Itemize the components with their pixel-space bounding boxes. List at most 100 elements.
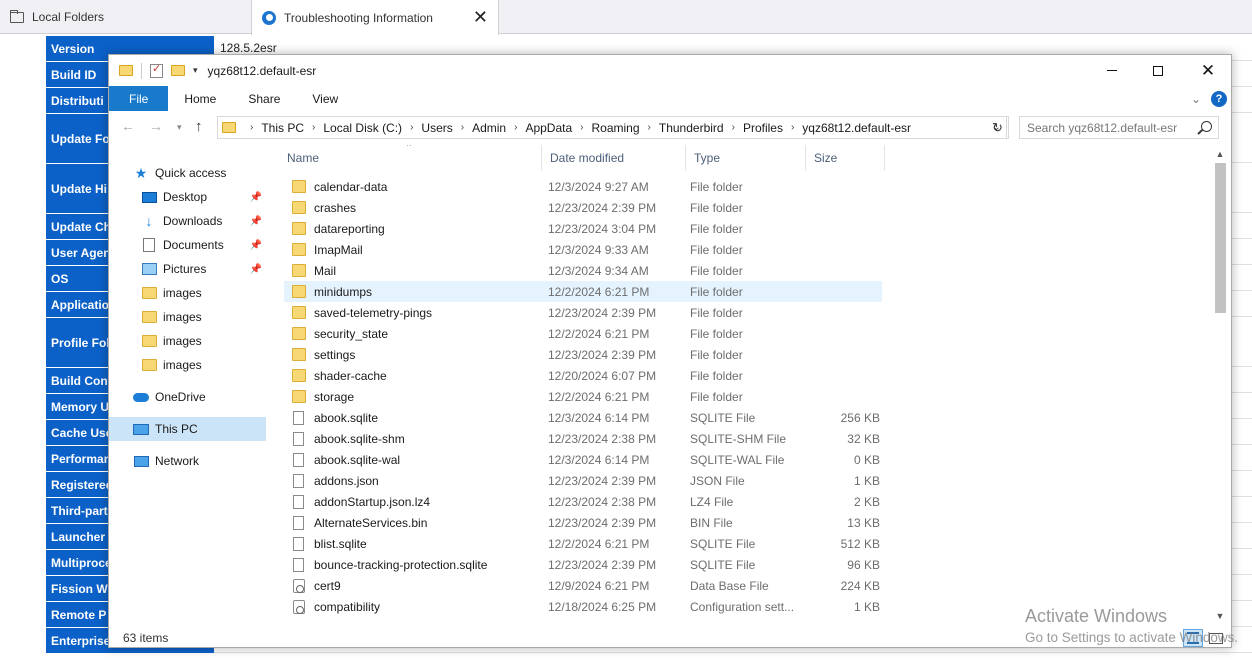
folder-row[interactable]: Mail 12/3/2024 9:34 AM File folder (284, 260, 882, 281)
folder-row[interactable]: storage 12/2/2024 6:21 PM File folder (284, 386, 882, 407)
file-name: Mail (314, 263, 337, 278)
folder-row[interactable]: ImapMail 12/3/2024 9:33 AM File folder (284, 239, 882, 260)
file-name: calendar-data (314, 179, 388, 194)
file-name-cell: minidumps (284, 285, 542, 299)
expand-ribbon-icon[interactable]: ⌄ (1191, 92, 1201, 106)
breadcrumb-item[interactable]: › Roaming (572, 121, 639, 135)
breadcrumb-chevron-icon[interactable]: › (312, 122, 315, 133)
recent-locations-icon[interactable]: ▾ (177, 122, 182, 133)
nav-pictures[interactable]: Pictures 📌 (109, 257, 266, 281)
ribbon-tab-share[interactable]: Share (232, 86, 296, 111)
breadcrumb-item[interactable]: › Local Disk (C:) (304, 121, 402, 135)
folder-row[interactable]: security_state 12/2/2024 6:21 PM File fold… (284, 323, 882, 344)
column-header-date[interactable]: Date modified (542, 145, 686, 171)
folder-icon (292, 243, 306, 256)
up-arrow-icon[interactable]: ↑ (195, 118, 203, 135)
nav-this-pc[interactable]: This PC (109, 417, 266, 441)
new-folder-icon[interactable] (171, 65, 185, 76)
file-type: LZ4 File (690, 494, 734, 509)
ribbon-tab-file[interactable]: File (109, 86, 169, 111)
file-icon (293, 515, 304, 530)
breadcrumb-item[interactable]: › This PC (242, 121, 304, 135)
breadcrumb-chevron-icon[interactable]: › (514, 122, 517, 133)
folder-row[interactable]: crashes 12/23/2024 2:39 PM File folder (284, 197, 882, 218)
file-row[interactable]: addonStartup.json.lz4 12/23/2024 2:38 PM L… (284, 491, 882, 512)
ribbon-tab-home[interactable]: Home (168, 86, 232, 111)
breadcrumb-item[interactable]: › Users (402, 121, 453, 135)
file-row[interactable]: abook.sqlite-shm 12/23/2024 2:38 PM SQLITE… (284, 428, 882, 449)
nav-images[interactable]: images (109, 353, 266, 377)
breadcrumb-chevron-icon[interactable]: › (410, 122, 413, 133)
breadcrumb-chevron-icon[interactable]: › (580, 122, 583, 133)
folder-row[interactable]: minidumps 12/2/2024 6:21 PM File folder (284, 281, 882, 302)
customize-toolbar-icon[interactable]: ▾ (193, 65, 198, 76)
close-tab-icon[interactable]: ✕ (473, 7, 488, 28)
breadcrumb-chevron-icon[interactable]: › (461, 122, 464, 133)
back-arrow-icon[interactable]: ← (121, 118, 135, 134)
nav-label: Downloads (163, 214, 223, 228)
breadcrumb-chevron-icon[interactable]: › (732, 122, 735, 133)
column-header-type[interactable]: Type (686, 145, 806, 171)
column-header-name[interactable]: Name ^ (279, 145, 542, 171)
file-row[interactable]: addons.json 12/23/2024 2:39 PM JSON File 1 … (284, 470, 882, 491)
properties-icon[interactable] (150, 62, 163, 78)
folder-row[interactable]: shader-cache 12/20/2024 6:07 PM File folde… (284, 365, 882, 386)
file-row[interactable]: blist.sqlite 12/2/2024 6:21 PM SQLITE File… (284, 533, 882, 554)
breadcrumb-item[interactable]: › yqz68t12.default-esr (783, 121, 911, 135)
nav-images[interactable]: images (109, 329, 266, 353)
breadcrumb-item[interactable]: › Admin (453, 121, 506, 135)
tab-local-folders[interactable]: Local Folders (0, 0, 250, 34)
scroll-thumb[interactable] (1215, 163, 1226, 313)
file-row[interactable]: bounce-tracking-protection.sqlite 12/23/2… (284, 554, 882, 575)
minimize-button[interactable] (1089, 55, 1135, 86)
nav-images[interactable]: images (109, 305, 266, 329)
close-button[interactable]: ✕ (1185, 55, 1231, 86)
tab-bar: Local Folders Troubleshooting Informatio… (0, 0, 1252, 35)
file-icon (293, 473, 304, 488)
vertical-scrollbar[interactable]: ▲ ▼ (1213, 147, 1227, 623)
file-name: blist.sqlite (314, 536, 367, 551)
file-row[interactable]: abook.sqlite-wal 12/3/2024 6:14 PM SQLITE-… (284, 449, 882, 470)
ribbon-tab-view[interactable]: View (296, 86, 354, 111)
folder-row[interactable]: calendar-data 12/3/2024 9:27 AM File folde… (284, 176, 882, 197)
breadcrumb-chevron-icon[interactable]: › (791, 122, 794, 133)
nav-images[interactable]: images (109, 281, 266, 305)
file-date: 12/3/2024 6:14 PM (548, 410, 650, 425)
nav-network[interactable]: Network (109, 449, 266, 473)
scroll-up-icon[interactable]: ▲ (1213, 147, 1227, 161)
refresh-button[interactable]: ↻ (987, 116, 1009, 139)
file-row[interactable]: compatibility 12/18/2024 6:25 PM Configura… (284, 596, 882, 617)
breadcrumb-chevron-icon[interactable]: › (648, 122, 651, 133)
maximize-button[interactable] (1135, 55, 1181, 86)
folder-row[interactable]: saved-telemetry-pings 12/23/2024 2:39 PM F… (284, 302, 882, 323)
breadcrumb-item[interactable]: › Profiles (724, 121, 783, 135)
file-date: 12/23/2024 2:39 PM (548, 557, 657, 572)
file-row[interactable]: abook.sqlite 12/3/2024 6:14 PM SQLITE File… (284, 407, 882, 428)
file-row[interactable]: AlternateServices.bin 12/23/2024 2:39 PM B… (284, 512, 882, 533)
file-name: minidumps (314, 284, 373, 299)
file-name-cell: storage (284, 390, 542, 404)
forward-arrow-icon[interactable]: → (149, 118, 163, 134)
folder-row[interactable]: datareporting 12/23/2024 3:04 PM File fold… (284, 218, 882, 239)
nav-quick-access[interactable]: ★ Quick access (109, 161, 266, 185)
nav-onedrive[interactable]: OneDrive (109, 385, 266, 409)
help-icon[interactable]: ? (1211, 90, 1227, 107)
column-header-size[interactable]: Size (806, 145, 885, 171)
breadcrumb-chevron-icon[interactable]: › (250, 122, 253, 133)
breadcrumb-item[interactable]: › Thunderbird (640, 121, 724, 135)
nav-downloads[interactable]: ↓ Downloads 📌 (109, 209, 266, 233)
file-type: SQLITE File (690, 410, 756, 425)
address-bar[interactable]: › This PC › Local Disk (C:) › Users › Admin › App… (217, 116, 1007, 139)
file-row[interactable]: cert9 12/9/2024 6:21 PM Data Base File 224 … (284, 575, 882, 596)
breadcrumb-item[interactable]: › AppData (506, 121, 572, 135)
folder-row[interactable]: settings 12/23/2024 2:39 PM File folder (284, 344, 882, 365)
nav-desktop[interactable]: Desktop 📌 (109, 185, 266, 209)
tab-label: Local Folders (32, 10, 105, 24)
file-type: SQLITE File (690, 557, 756, 572)
search-input[interactable]: Search yqz68t12.default-esr (1019, 116, 1219, 139)
documents-icon (141, 238, 157, 252)
tab-troubleshooting[interactable]: Troubleshooting Information ✕ (251, 0, 499, 35)
nav-documents[interactable]: Documents 📌 (109, 233, 266, 257)
file-icon (293, 536, 304, 551)
file-date: 12/9/2024 6:21 PM (548, 578, 650, 593)
